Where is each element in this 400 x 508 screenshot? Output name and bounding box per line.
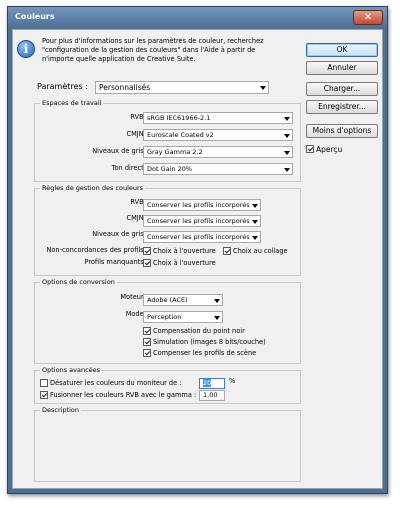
checkmark-icon: [143, 247, 151, 255]
mismatch-open-checkbox[interactable]: Choix à l'ouverture: [143, 247, 216, 256]
blend-gamma-checkbox[interactable]: Fusionner les couleurs RVB avec le gamma…: [40, 391, 196, 400]
mismatch-label: Non-concordances des profils :: [46, 246, 148, 254]
fewer-options-button[interactable]: Moins d'options: [306, 124, 378, 138]
checkmark-icon: [143, 259, 151, 267]
info-icon: i: [17, 40, 35, 58]
desaturate-input[interactable]: 20: [199, 378, 225, 389]
window-title: Couleurs: [15, 12, 55, 21]
load-button[interactable]: Charger...: [306, 82, 378, 96]
missing-open-checkbox[interactable]: Choix à l'ouverture: [143, 259, 216, 268]
settings-select[interactable]: Personnalisés: [95, 81, 269, 94]
ws-gray-select[interactable]: Gray Gamma 2.2: [143, 146, 293, 158]
settings-label: Paramètres :: [37, 82, 88, 91]
chevron-down-icon: [252, 220, 258, 224]
ws-spot-select[interactable]: Dot Gain 20%: [143, 163, 293, 175]
policy-cmyk-select[interactable]: Conserver les profils incorporés: [143, 215, 261, 227]
info-line: n'importe quelle application de Creative…: [42, 54, 196, 63]
checkmark-icon: [40, 391, 48, 399]
chevron-down-icon: [252, 236, 258, 240]
percent-unit: %: [229, 377, 236, 385]
checkbox-box: [40, 379, 48, 387]
dither-checkbox[interactable]: Simulation (images 8 bits/couche): [143, 338, 266, 347]
info-line: Pour plus d'informations sur les paramèt…: [42, 37, 264, 45]
checkmark-icon: [306, 145, 314, 153]
blend-gamma-input[interactable]: 1,00: [199, 390, 225, 401]
conversion-group: Options de conversion Moteur : Adobe (AC…: [34, 278, 301, 364]
ok-button[interactable]: OK: [306, 43, 378, 57]
checkmark-icon: [223, 247, 231, 255]
policy-gray-label: Niveaux de gris :: [92, 230, 148, 238]
mode-select[interactable]: Perception: [143, 311, 223, 323]
advanced-group: Options avancées Désaturer les couleurs …: [34, 366, 301, 404]
working-spaces-group: Espaces de travail RVB : sRGB IEC61966-2…: [34, 99, 301, 182]
save-button[interactable]: Enregistrer...: [306, 100, 378, 114]
ws-gray-label: Niveaux de gris :: [92, 147, 148, 155]
chevron-down-icon: [284, 134, 290, 138]
black-point-checkbox[interactable]: Compensation du point noir: [143, 327, 245, 336]
missing-label: Profils manquants :: [84, 258, 148, 266]
checkmark-icon: [143, 338, 151, 346]
description-group: Description: [34, 406, 301, 482]
ws-rgb-select[interactable]: sRGB IEC61966-2.1: [143, 112, 293, 124]
info-message: Pour plus d'informations sur les paramèt…: [42, 37, 302, 63]
desaturate-checkbox[interactable]: Désaturer les couleurs du moniteur de :: [40, 379, 182, 388]
cancel-button[interactable]: Annuler: [306, 61, 378, 75]
checkmark-icon: [143, 327, 151, 335]
chevron-down-icon: [252, 204, 258, 208]
group-title: Espaces de travail: [40, 99, 104, 108]
policy-rgb-select[interactable]: Conserver les profils incorporés: [143, 199, 261, 211]
chevron-down-icon: [284, 151, 290, 155]
policies-group: Règles de gestion des couleurs RVB : Con…: [34, 184, 301, 276]
chevron-down-icon: [214, 299, 220, 303]
color-settings-dialog: Couleurs ✕ i Pour plus d'informations su…: [7, 6, 388, 494]
info-line: "configuration de la gestion des couleur…: [42, 45, 256, 54]
title-bar[interactable]: Couleurs ✕: [8, 7, 387, 28]
dialog-body: i Pour plus d'informations sur les param…: [12, 29, 383, 489]
engine-select[interactable]: Adobe (ACE): [143, 294, 223, 306]
chevron-down-icon: [214, 316, 220, 320]
scene-profiles-checkbox[interactable]: Compenser les profils de scène: [143, 349, 256, 358]
group-title: Options de conversion: [40, 278, 117, 287]
chevron-down-icon: [284, 117, 290, 121]
ws-cmyk-select[interactable]: Euroscale Coated v2: [143, 129, 293, 141]
close-button[interactable]: ✕: [353, 10, 383, 25]
policy-gray-select[interactable]: Conserver les profils incorporés: [143, 231, 261, 243]
chevron-down-icon: [260, 86, 266, 90]
group-title: Règles de gestion des couleurs: [40, 184, 146, 193]
mismatch-paste-checkbox[interactable]: Choix au collage: [223, 247, 288, 256]
close-icon: ✕: [363, 12, 373, 23]
preview-checkbox[interactable]: Aperçu: [306, 145, 342, 154]
group-title: Description: [40, 406, 82, 415]
chevron-down-icon: [284, 168, 290, 172]
group-title: Options avancées: [40, 366, 103, 375]
checkmark-icon: [143, 349, 151, 357]
